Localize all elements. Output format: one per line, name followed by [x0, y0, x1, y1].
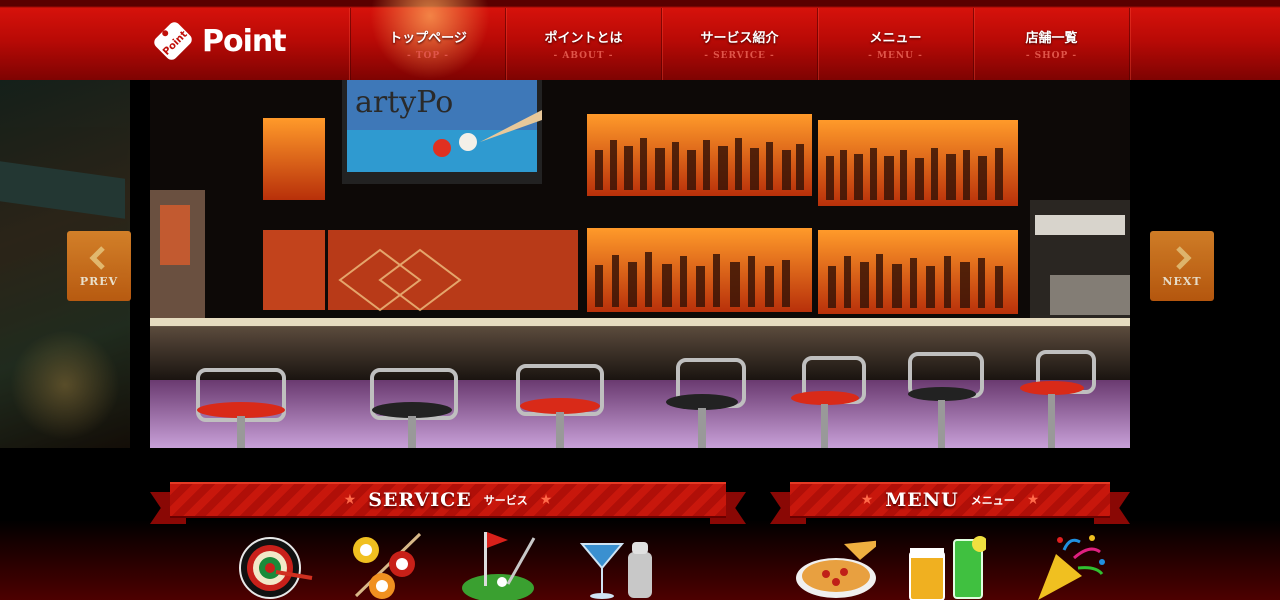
bar-scene: artyPo [150, 80, 1130, 448]
nav-sublabel: - ABOUT - [553, 51, 614, 61]
hero-slide-bar-image: artyPo [150, 80, 1130, 448]
service-section-banner: ★ SERVICE サービス ★ [150, 482, 746, 524]
nav-label: サービス紹介 [700, 31, 779, 46]
menu-title: ★ MENU メニュー ★ [770, 482, 1130, 518]
party-popper-icon[interactable] [1030, 530, 1110, 600]
menu-title-en: MENU [885, 489, 959, 511]
nav-item-top[interactable]: トップページ - TOP - [350, 8, 506, 80]
drinks-icon[interactable] [906, 534, 988, 600]
nav-item-about[interactable]: ポイントとは - ABOUT - [506, 8, 662, 80]
main-nav: トップページ - TOP - ポイントとは - ABOUT - サービス紹介 -… [350, 8, 1130, 80]
nav-sublabel: - SERVICE - [704, 51, 775, 61]
pizza-icon[interactable] [796, 530, 884, 600]
light-glow [10, 330, 120, 440]
service-title-en: SERVICE [368, 489, 472, 511]
menu-section-banner: ★ MENU メニュー ★ [770, 482, 1130, 524]
star-icon: ★ [1026, 492, 1040, 508]
logo-tag-icon: Point [150, 18, 196, 64]
nav-sublabel: - SHOP - [1025, 51, 1078, 61]
page: Point Point トップページ - TOP - ポイントとは - ABOU… [0, 0, 1280, 600]
golf-icon[interactable] [460, 530, 540, 600]
billiards-icon[interactable] [346, 530, 426, 600]
nav-item-menu[interactable]: メニュー - MENU - [818, 8, 974, 80]
nav-sublabel: - TOP - [406, 51, 450, 61]
nav-item-service[interactable]: サービス紹介 - SERVICE - [662, 8, 818, 80]
billiard-table-image [0, 161, 125, 219]
service-title: ★ SERVICE サービス ★ [150, 482, 746, 518]
nav-label: ポイントとは [544, 31, 623, 46]
menu-title-jp: メニュー [970, 494, 1015, 507]
tv-screen-text: artyPo [355, 85, 453, 120]
cocktail-icon[interactable] [578, 530, 658, 600]
chevron-left-icon [89, 245, 105, 270]
nav-label: メニュー [869, 31, 922, 46]
prev-slide-button[interactable]: PREV [67, 231, 131, 301]
site-header: Point Point トップページ - TOP - ポイントとは - ABOU… [0, 0, 1280, 80]
nav-sublabel: - MENU - [868, 51, 923, 61]
star-icon: ★ [539, 492, 553, 508]
darts-icon[interactable] [236, 530, 316, 600]
prev-label: PREV [79, 274, 119, 288]
logo-text: Point [202, 23, 287, 59]
site-logo[interactable]: Point Point [150, 18, 287, 64]
nav-item-shop[interactable]: 店舗一覧 - SHOP - [974, 8, 1130, 80]
chevron-right-icon [1176, 245, 1192, 270]
star-icon: ★ [343, 492, 357, 508]
next-slide-button[interactable]: NEXT [1150, 231, 1214, 301]
star-icon: ★ [860, 492, 874, 508]
nav-label: 店舗一覧 [1025, 31, 1078, 46]
next-label: NEXT [1162, 274, 1202, 288]
nav-label: トップページ [389, 31, 467, 46]
service-title-jp: サービス [483, 494, 528, 507]
